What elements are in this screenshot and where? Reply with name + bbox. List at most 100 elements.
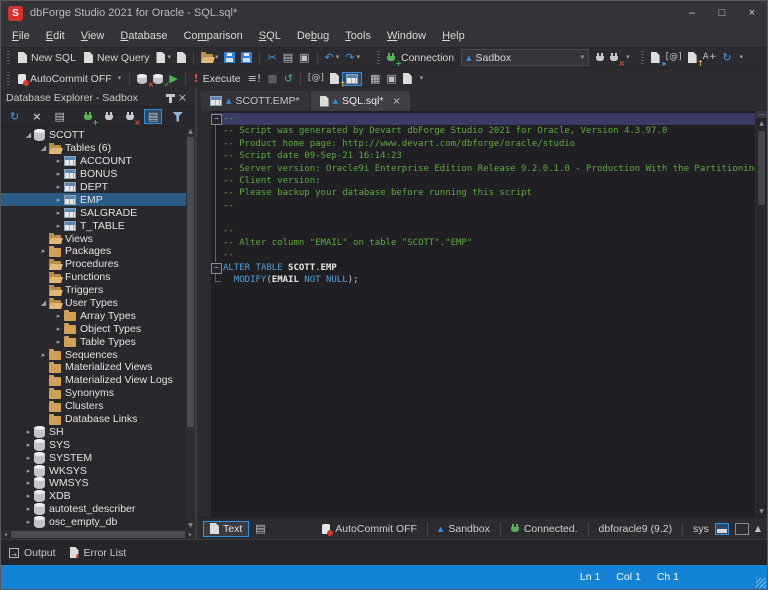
toolbar-grip[interactable] (7, 51, 10, 65)
expander-icon[interactable]: ▸ (23, 492, 34, 500)
code-line[interactable]: -- Product home page: http://www.devart.… (211, 138, 755, 150)
expander-icon[interactable]: ◢ (38, 299, 49, 307)
editor-vertical-scrollbar[interactable]: ▲ ▼ (755, 111, 767, 517)
pin-button[interactable] (166, 91, 175, 105)
expander-icon[interactable]: ▸ (53, 338, 64, 346)
toolbar-overflow-button[interactable]: ▾ (415, 73, 427, 84)
group-by-button[interactable]: ▤ (144, 109, 162, 124)
fold-toggle-icon[interactable] (211, 262, 223, 274)
code-line[interactable]: -- Script was generated by Devart dbForg… (211, 125, 755, 137)
expander-icon[interactable]: ▸ (53, 170, 64, 178)
tree-item-sys[interactable]: ▸SYS (1, 438, 186, 451)
code-line[interactable]: -- Client version: (211, 175, 755, 187)
tree-item-procedures[interactable]: Procedures (1, 258, 186, 271)
new-document-button[interactable]: ▾ (153, 50, 174, 65)
pages-icon[interactable]: ▤ (255, 523, 265, 534)
tab-sql-sql[interactable]: ▲ SQL.sql* × (311, 91, 410, 111)
delete-button[interactable]: × (29, 109, 44, 124)
scroll-down-icon[interactable]: ▼ (186, 521, 195, 530)
undo-button[interactable]: ↶ ▾ (322, 50, 343, 65)
tree-item-wksys[interactable]: ▸WKSYS (1, 464, 186, 477)
expander-icon[interactable]: ▸ (23, 467, 34, 475)
tree-item-synonyms[interactable]: Synonyms (1, 387, 186, 400)
save-all-button[interactable] (238, 50, 255, 65)
code-line[interactable]: -- (211, 249, 755, 261)
tab-scott-emp[interactable]: ▲ SCOTT.EMP* (201, 91, 309, 111)
open-file-button[interactable]: ▾ (198, 50, 222, 65)
code-line[interactable]: MODIFY(EMAIL NOT NULL); (211, 274, 755, 286)
execute-button[interactable]: ! Execute (190, 71, 245, 87)
tree-item-scott[interactable]: ◢SCOTT (1, 129, 186, 142)
execute-script-button[interactable]: ≡! (245, 71, 265, 86)
scrollbar-thumb[interactable] (187, 137, 194, 427)
code-line[interactable]: -- (211, 200, 755, 212)
tree-item-dept[interactable]: ▸DEPT (1, 181, 186, 194)
filter-button[interactable] (169, 110, 186, 124)
code-line[interactable]: -- (211, 113, 755, 125)
new-connection-button[interactable]: + (81, 110, 95, 124)
cut-button[interactable]: ✂ (264, 50, 279, 65)
toolbar-overflow-button[interactable]: ▾ (735, 52, 747, 63)
tree-item-xdb[interactable]: ▸XDB (1, 490, 186, 503)
tree-item-database-links[interactable]: Database Links (1, 413, 186, 426)
toolbar-grip[interactable] (641, 51, 644, 65)
refresh-tree-button[interactable]: ↻ (7, 109, 22, 124)
view-image-button[interactable]: ▣ (383, 71, 399, 86)
font-size-button[interactable]: A+ (700, 51, 720, 64)
tab-error-list[interactable]: Error List (70, 547, 127, 559)
code-line[interactable]: -- Alter column "EMAIL" on table "SCOTT"… (211, 237, 755, 249)
connection-select[interactable]: ▲ Sadbox ▾ (461, 49, 589, 66)
new-object-button[interactable] (174, 50, 189, 65)
tree-item-account[interactable]: ▸ACCOUNT (1, 155, 186, 168)
connection-status[interactable]: ▲ Sandbox (438, 523, 490, 535)
menu-tools[interactable]: Tools (337, 28, 379, 44)
refresh-button[interactable]: ↻ (719, 50, 734, 65)
server-status[interactable]: dbforacle9 (9.2) (599, 523, 673, 535)
tree-item-packages[interactable]: ▸Packages (1, 245, 186, 258)
expander-icon[interactable]: ▸ (23, 479, 34, 487)
new-query-button[interactable]: New Query (80, 50, 154, 66)
commit-button[interactable]: ✓ (150, 72, 166, 86)
tree-item-clusters[interactable]: Clusters (1, 400, 186, 413)
menu-database[interactable]: Database (112, 28, 175, 44)
tree-item-wmsys[interactable]: ▸WMSYS (1, 477, 186, 490)
disconnect-button[interactable]: × (607, 51, 621, 65)
tree-item-table-types[interactable]: ▸Table Types (1, 335, 186, 348)
export-button[interactable]: ▸ (648, 50, 663, 65)
resize-grip[interactable] (756, 578, 766, 588)
menu-debug[interactable]: Debug (289, 28, 337, 44)
tree-item-autotest-describer[interactable]: ▸autotest_describer (1, 503, 186, 516)
code-line[interactable] (211, 212, 755, 224)
panel-close-button[interactable]: × (175, 90, 190, 105)
expander-icon[interactable]: ▸ (23, 441, 34, 449)
history-button[interactable]: ↺ (281, 71, 296, 86)
layout-grid-button[interactable]: ▦ (367, 71, 383, 86)
layout-split-icon[interactable] (715, 523, 729, 535)
connect-button[interactable] (593, 51, 607, 65)
menu-file[interactable]: File (4, 28, 38, 44)
collapse-panel-icon[interactable]: ▲ (755, 525, 761, 533)
edit-document-button[interactable] (400, 71, 415, 86)
rollback-button[interactable]: × (134, 72, 150, 86)
expander-icon[interactable]: ▸ (53, 157, 64, 165)
minimize-button[interactable]: – (677, 7, 707, 19)
paste-button[interactable]: ▣ (296, 50, 312, 65)
new-sql-button[interactable]: New SQL (14, 50, 80, 66)
run-button[interactable]: ▶ (166, 71, 180, 86)
tree-item-array-types[interactable]: ▸Array Types (1, 309, 186, 322)
scroll-down-icon[interactable]: ▼ (756, 507, 767, 517)
splitter-handle[interactable] (756, 111, 767, 119)
tree-item-emp[interactable]: ▸EMP (1, 193, 186, 206)
copy-button[interactable]: ▤ (280, 50, 296, 65)
expander-icon[interactable]: ▸ (53, 183, 64, 191)
tree-item-user-types[interactable]: ◢User Types (1, 297, 186, 310)
find-object-button[interactable]: [@] (663, 51, 685, 64)
disconnect-button[interactable]: × (123, 110, 137, 124)
expander-icon[interactable]: ▸ (53, 222, 64, 230)
close-tab-icon[interactable]: × (392, 96, 400, 107)
connect-button[interactable] (102, 110, 116, 124)
sql-editor[interactable]: ---- Script was generated by Devart dbFo… (197, 111, 767, 517)
expander-icon[interactable]: ▸ (23, 454, 34, 462)
duplicate-button[interactable]: ▤ (51, 109, 67, 124)
connected-status[interactable]: Connected. (511, 523, 578, 535)
